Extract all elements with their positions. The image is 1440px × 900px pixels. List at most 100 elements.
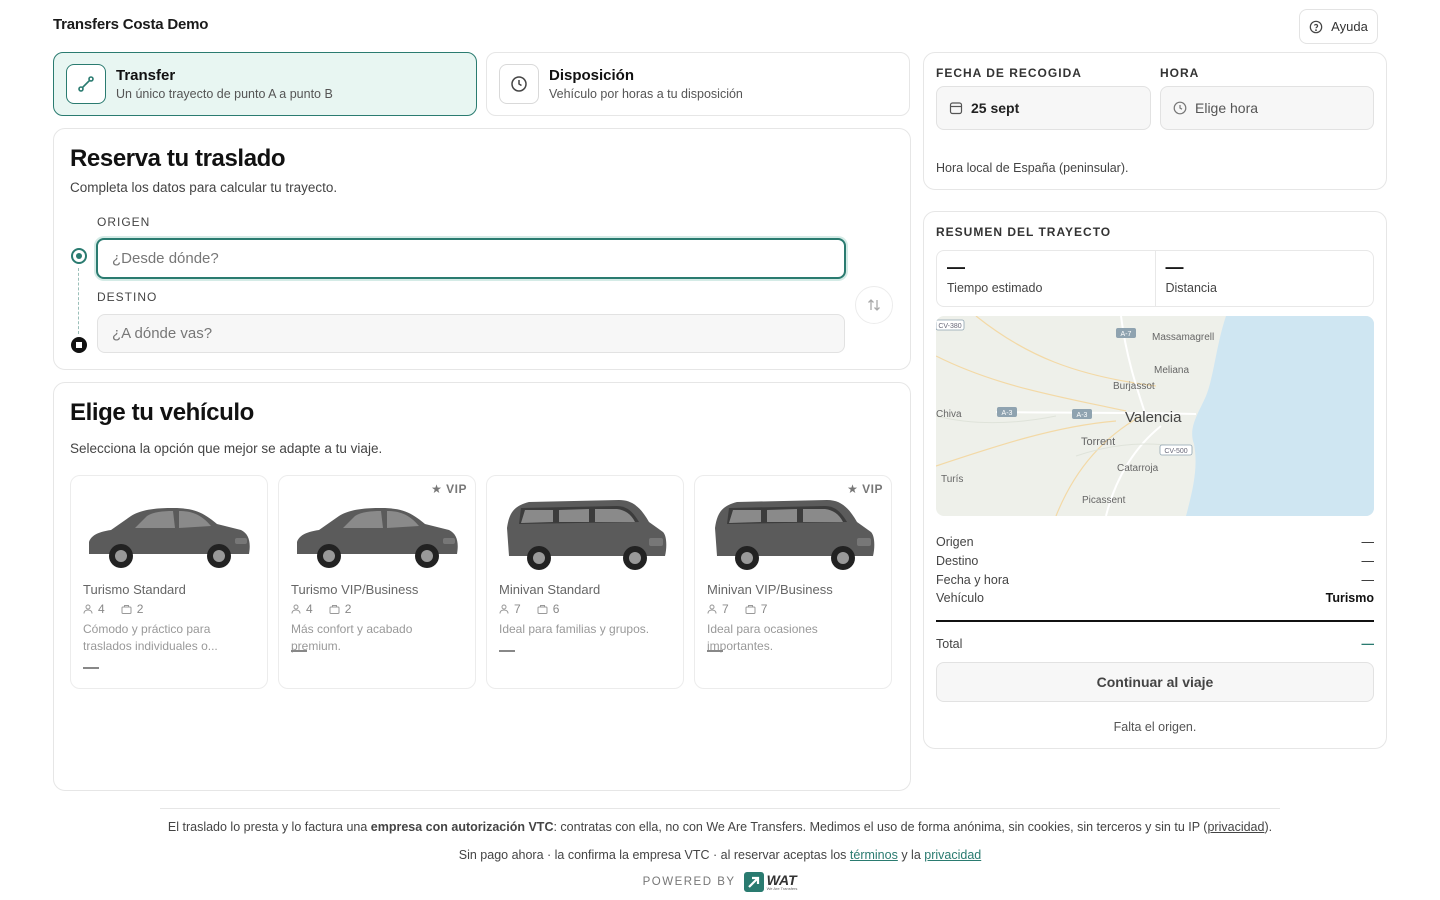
footer-disclaimer: El traslado lo presta y lo factura una e… bbox=[0, 820, 1440, 834]
date-value: 25 sept bbox=[971, 100, 1020, 116]
summary-row-label: Vehículo bbox=[936, 591, 984, 605]
sea-area bbox=[1186, 316, 1374, 516]
vehicle-option[interactable]: Minivan Standard 7 6 Ideal para familias y … bbox=[486, 475, 684, 689]
footer-text: ). bbox=[1264, 820, 1273, 834]
question-icon bbox=[1309, 20, 1323, 33]
mode-title: Transfer bbox=[116, 67, 176, 84]
vehicle-title: Elige tu vehículo bbox=[70, 399, 254, 426]
vehicle-price bbox=[83, 667, 99, 669]
missing-origin-note: Falta el origen. bbox=[1113, 720, 1197, 734]
luggage-count: 2 bbox=[344, 602, 352, 616]
summary-row: Origen — bbox=[936, 535, 1374, 549]
total-label: Total bbox=[936, 637, 963, 651]
vehicle-description: Ideal para familias y grupos. bbox=[499, 622, 650, 636]
footer-text: y la bbox=[897, 848, 925, 862]
est-time-value: — bbox=[947, 257, 965, 277]
wat-logo[interactable]: WAT We Are Transfers bbox=[743, 872, 798, 892]
vehicle-price bbox=[707, 650, 723, 652]
vehicle-description: Más confort y acabado premium. bbox=[291, 622, 413, 653]
luggage-icon bbox=[537, 605, 548, 614]
clock-icon bbox=[1173, 101, 1187, 115]
booking-subtitle: Completa los datos para calcular tu tray… bbox=[70, 180, 338, 195]
passenger-icon bbox=[499, 604, 509, 614]
footer-text: Sin pago ahora · la confirma la empresa … bbox=[458, 848, 850, 862]
map-label: Torrent bbox=[1081, 436, 1115, 448]
vehicle-capacity: 76 bbox=[499, 602, 559, 616]
vehicle-price bbox=[499, 650, 515, 652]
time-value: Elige hora bbox=[1195, 100, 1259, 116]
footer-text: El traslado lo presta y lo factura una bbox=[167, 820, 371, 834]
sedan-image bbox=[297, 508, 458, 568]
road-label: CV-500 bbox=[1164, 448, 1187, 455]
summary-row-value: Turismo bbox=[1325, 591, 1374, 605]
est-time-label: Tiempo estimado bbox=[947, 281, 1043, 295]
destination-label: DESTINO bbox=[97, 290, 158, 304]
brand-title: Transfers Costa Demo bbox=[53, 16, 209, 33]
privacy-link[interactable]: privacidad bbox=[1207, 820, 1264, 834]
vehicle-price bbox=[291, 650, 307, 652]
footer-divider bbox=[160, 808, 1280, 809]
vehicle-option[interactable]: ★ VIP Minivan VIP/Business 7 7 Ideal para oc… bbox=[694, 475, 892, 689]
calendar-icon bbox=[949, 102, 963, 115]
route-connector bbox=[78, 268, 79, 334]
wat-logo-icon bbox=[743, 872, 764, 892]
map-label: Meliana bbox=[1154, 365, 1189, 376]
luggage-icon bbox=[329, 605, 340, 614]
road-label: A-7 bbox=[1121, 331, 1132, 338]
passenger-count: 7 bbox=[722, 602, 729, 616]
vehicle-capacity: 42 bbox=[83, 602, 143, 616]
map-label: Chiva bbox=[936, 409, 962, 420]
route-map[interactable]: A-7 A-3 A-3 CV-500 CV-380 Massamagrell M… bbox=[936, 316, 1374, 516]
summary-row: Destino — bbox=[936, 554, 1374, 568]
privacy-link[interactable]: privacidad bbox=[924, 848, 981, 862]
origin-input[interactable] bbox=[96, 238, 846, 279]
vehicle-description: Cómodo y práctico para traslados individ… bbox=[83, 622, 218, 653]
time-label: HORA bbox=[1160, 66, 1200, 80]
time-picker[interactable]: Elige hora bbox=[1160, 86, 1374, 130]
luggage-icon bbox=[121, 605, 132, 614]
luggage-count: 7 bbox=[760, 602, 768, 616]
vehicle-capacity: 77 bbox=[707, 602, 767, 616]
mode-subtitle: Un único trayecto de punto A a punto B bbox=[116, 87, 333, 101]
wat-logo-text: WAT bbox=[766, 872, 797, 888]
vehicle-name: Minivan VIP/Business bbox=[707, 582, 833, 597]
mode-transfer-tab[interactable]: Transfer Un único trayecto de punto A a … bbox=[53, 52, 477, 116]
luggage-count: 2 bbox=[136, 602, 144, 616]
summary-row-label: Fecha y hora bbox=[936, 573, 1009, 587]
passenger-icon bbox=[707, 604, 717, 614]
distance-value: — bbox=[1165, 257, 1184, 277]
footer-terms: Sin pago ahora · la confirma la empresa … bbox=[0, 848, 1440, 862]
wat-logo-sub: We Are Transfers bbox=[766, 886, 798, 891]
vehicle-name: Minivan Standard bbox=[499, 582, 601, 597]
help-label: Ayuda bbox=[1331, 19, 1368, 34]
minivan-image bbox=[715, 500, 875, 570]
swap-button[interactable] bbox=[855, 286, 893, 324]
minivan-image bbox=[507, 500, 667, 570]
summary-row: Fecha y hora — bbox=[936, 573, 1374, 587]
vehicle-description: Ideal para ocasiones importantes. bbox=[707, 622, 818, 653]
distance-label: Distancia bbox=[1165, 281, 1217, 295]
map-label: Catarroja bbox=[1117, 463, 1159, 474]
mode-disposicion-tab[interactable]: Disposición Vehículo por horas a tu disp… bbox=[486, 52, 910, 116]
passenger-count: 4 bbox=[306, 602, 313, 616]
map-label: Burjassot bbox=[1113, 381, 1155, 392]
destination-input[interactable] bbox=[97, 314, 845, 353]
terms-link[interactable]: términos bbox=[850, 848, 898, 862]
summary-row-value: — bbox=[1361, 554, 1375, 568]
passenger-count: 7 bbox=[514, 602, 521, 616]
origin-label: ORIGEN bbox=[97, 215, 151, 229]
footer-text: : contratas con ella, no con We Are Tran… bbox=[553, 820, 1208, 834]
continue-button[interactable]: Continuar al viaje bbox=[936, 662, 1374, 702]
summary-row-label: Destino bbox=[936, 554, 979, 568]
stats-box: — Tiempo estimado — Distancia bbox=[936, 250, 1374, 307]
road-label: CV-380 bbox=[938, 323, 961, 330]
summary-row-value: — bbox=[1361, 573, 1375, 587]
vehicle-option[interactable]: ★ VIP Turismo VIP/Business 4 2 Más confort y… bbox=[278, 475, 476, 689]
powered-by: POWERED BY WAT We Are Transfers bbox=[0, 872, 1440, 892]
mode-subtitle: Vehículo por horas a tu disposición bbox=[549, 87, 743, 101]
help-button[interactable]: Ayuda bbox=[1299, 9, 1378, 44]
date-picker[interactable]: 25 sept bbox=[936, 86, 1151, 130]
clock-icon bbox=[499, 64, 539, 104]
luggage-count: 6 bbox=[552, 602, 560, 616]
vehicle-option[interactable]: Turismo Standard 4 2 Cómodo y práctico para… bbox=[70, 475, 268, 689]
